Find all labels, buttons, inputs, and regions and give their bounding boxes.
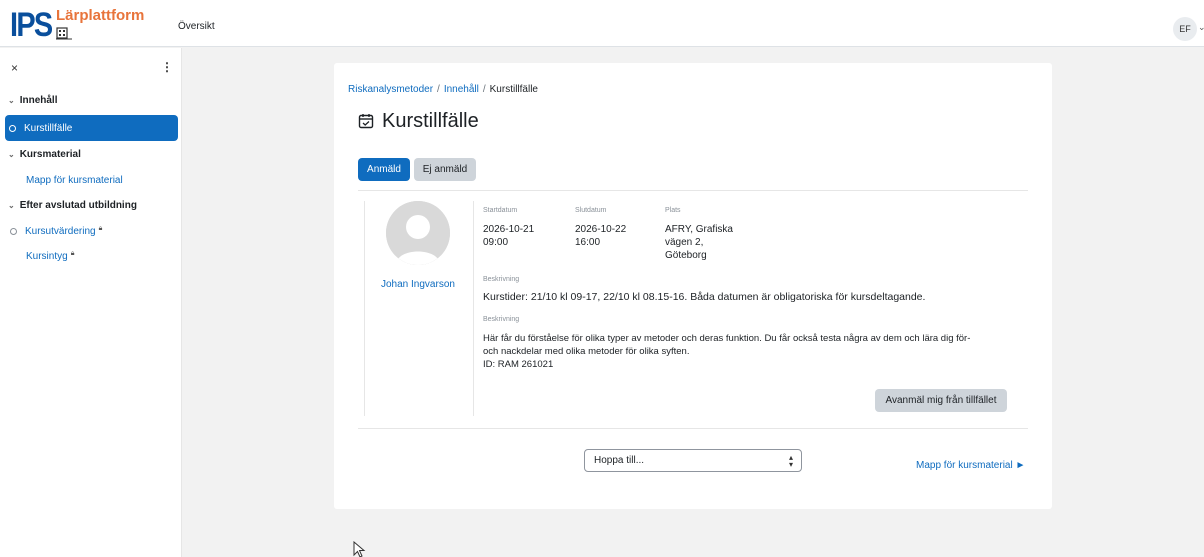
main-content-card: Riskanalysmetoder / Innehåll / Kurstillfälle…	[334, 63, 1052, 509]
sidebar-item-label: Kurstillfälle	[24, 122, 73, 134]
chevron-down-icon: ⌄	[8, 201, 15, 210]
tab-registered[interactable]: Anmäld	[358, 158, 410, 181]
section-label: Efter avslutad utbildning	[19, 200, 137, 211]
jump-to-select[interactable]: Hoppa till... ▴ ▾	[584, 449, 802, 472]
divider	[473, 201, 474, 416]
section-innehall[interactable]: ⌄ Innehåll	[8, 95, 58, 106]
start-time-value: 09:00	[483, 237, 509, 248]
breadcrumb-current: Kurstillfälle	[489, 84, 538, 95]
nav-overview-link[interactable]: Översikt	[178, 21, 215, 32]
section-label: Kursmaterial	[19, 149, 81, 160]
completion-circle-icon	[9, 124, 16, 132]
breadcrumb: Riskanalysmetoder / Innehåll / Kurstillfälle	[348, 84, 538, 95]
chevron-down-icon: ⌄	[8, 150, 15, 159]
section-label: Innehåll	[19, 95, 58, 106]
top-navbar: IPS Lärplattform Översikt EF ⌄	[0, 0, 1204, 47]
breadcrumb-link[interactable]: Innehåll	[444, 84, 479, 95]
close-drawer-icon[interactable]: ×	[11, 61, 18, 75]
place-line: Göteborg	[665, 250, 707, 261]
start-date-label: Startdatum	[483, 207, 518, 214]
avatar	[386, 201, 450, 265]
description-text: och nackdelar med olika metoder för olik…	[483, 346, 690, 357]
sidebar-item-label: Kursintyg	[26, 251, 68, 262]
lock-icon: 🔒︎	[70, 249, 75, 257]
start-date-value: 2026-10-21	[483, 224, 535, 235]
user-avatar[interactable]: EF	[1173, 17, 1197, 41]
lock-icon: 🔒︎	[98, 224, 103, 232]
site-logo[interactable]: IPS Lärplattform	[10, 6, 145, 44]
end-time-value: 16:00	[575, 237, 601, 248]
place-label: Plats	[665, 207, 681, 214]
chevron-down-icon[interactable]: ⌄	[1198, 22, 1204, 33]
end-date-value: 2026-10-22	[575, 224, 627, 235]
mouse-cursor-icon	[353, 541, 366, 557]
page-title: Kurstillfälle	[382, 110, 479, 132]
divider	[358, 428, 1028, 429]
sidebar-item-kurstillfalle[interactable]: Kurstillfälle	[5, 115, 178, 141]
description-text: Här får du förståelse för olika typer av…	[483, 333, 971, 344]
course-id-text: ID: RAM 261021	[483, 359, 554, 370]
drawer-menu-icon[interactable]: ⋮	[161, 60, 173, 74]
calendar-check-icon	[358, 114, 374, 129]
sidebar-item-kursutvardering[interactable]: Kursutvärdering 🔒︎	[10, 224, 103, 237]
teacher-name-link[interactable]: Johan Ingvarson	[381, 279, 455, 290]
select-value: Hoppa till...	[594, 455, 645, 466]
description-label: Beskrivning	[483, 276, 520, 283]
logo-text: Lärplattform	[56, 7, 145, 24]
breadcrumb-separator: /	[482, 84, 486, 95]
breadcrumb-separator: /	[437, 84, 440, 95]
sidebar-item-label: Kursutvärdering	[25, 226, 96, 237]
default-user-icon	[386, 201, 450, 265]
place-line: AFRY, Grafiska	[665, 224, 733, 235]
unregister-button[interactable]: Avanmäl mig från tillfället	[875, 389, 1007, 412]
logo-mark: IPS	[10, 6, 53, 44]
chevron-down-icon: ⌄	[8, 96, 15, 105]
building-icon	[56, 27, 72, 40]
end-date-label: Slutdatum	[575, 207, 607, 214]
breadcrumb-link[interactable]: Riskanalysmetoder	[348, 84, 433, 95]
description-text: Kurstider: 21/10 kl 09-17, 22/10 kl 08.1…	[483, 291, 926, 303]
tab-not-registered[interactable]: Ej anmäld	[414, 158, 476, 181]
divider	[358, 190, 1028, 191]
sidebar-item-kursintyg[interactable]: Kursintyg 🔒︎	[26, 249, 75, 263]
course-index-drawer: × ⋮ ⌄ Innehåll Kurstillfälle ⌄ Kursmater…	[0, 48, 182, 557]
sidebar-item-mapp[interactable]: Mapp för kursmaterial	[26, 175, 123, 186]
sidebar-item-label: Mapp för kursmaterial	[26, 175, 123, 186]
completion-circle-icon	[10, 228, 17, 235]
section-kursmaterial[interactable]: ⌄ Kursmaterial	[8, 149, 81, 160]
place-line: vägen 2,	[665, 237, 704, 248]
divider	[364, 201, 365, 416]
section-efter-utbildning[interactable]: ⌄ Efter avslutad utbildning	[8, 200, 137, 211]
select-arrows-icon: ▴ ▾	[788, 453, 793, 469]
description-label: Beskrivning	[483, 316, 520, 323]
next-activity-link[interactable]: Mapp för kursmaterial ►	[916, 460, 1025, 471]
